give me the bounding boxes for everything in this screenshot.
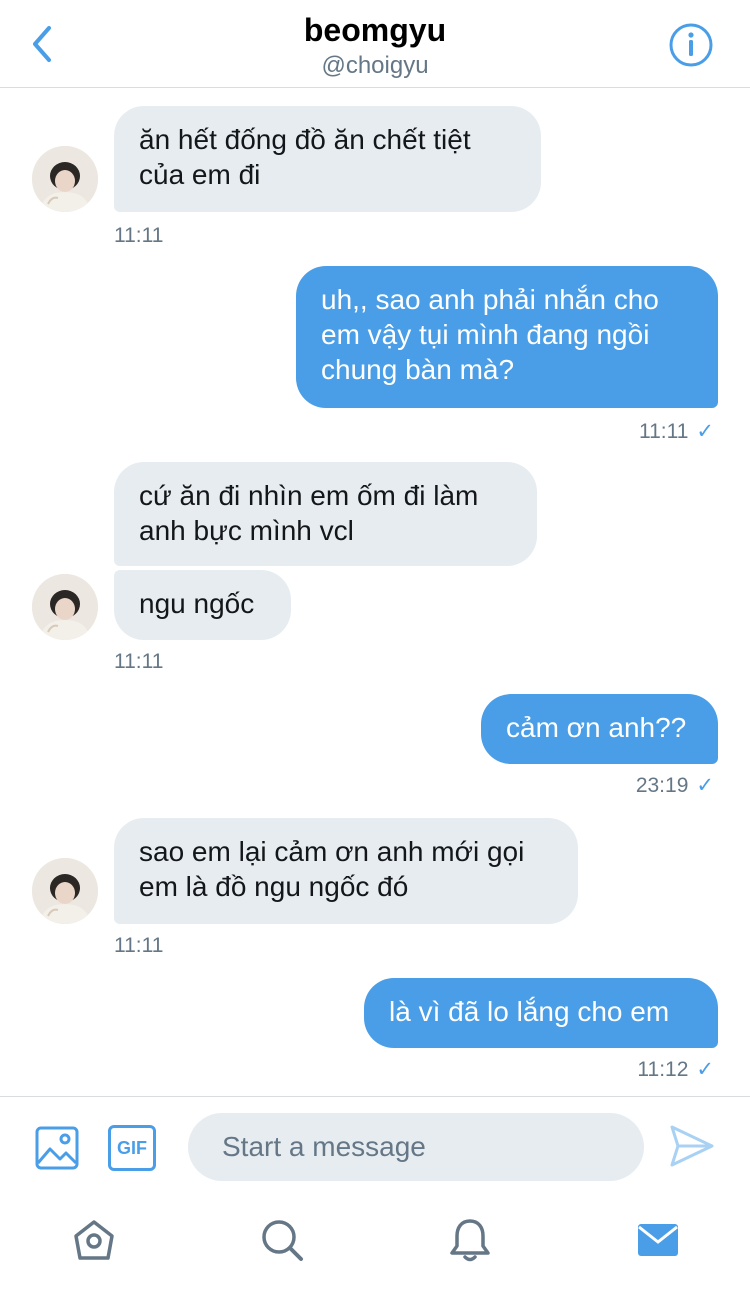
message-line: em vậy tụi mình đang ngồi [321, 319, 650, 350]
message-line: sao em lại cảm ơn anh mới gọi [139, 836, 525, 867]
avatar-image [32, 574, 98, 640]
message-bubble-incoming[interactable]: cứ ăn đi nhìn em ốm đi làm anh bực mình … [114, 462, 537, 566]
timestamp-text: 23:19 [635, 774, 689, 797]
timestamp-text: 11:11 [638, 420, 689, 443]
message-line: uh,, sao anh phải nhắn cho [321, 284, 659, 315]
gif-button[interactable]: GIF [108, 1125, 156, 1171]
message-bubble-incoming[interactable]: ngu ngốc [114, 570, 291, 640]
message-line: cứ ăn đi nhìn em ốm đi làm [139, 480, 479, 511]
avatar-image [32, 146, 98, 212]
message-bubble-incoming[interactable]: sao em lại cảm ơn anh mới gọi em là đồ n… [114, 818, 578, 924]
conversation-handle: @choigyu [321, 52, 429, 79]
message-timestamp: 11:11 ✓ [639, 420, 714, 444]
message-timestamp: 23:19 ✓ [636, 774, 714, 798]
conversation-title-block[interactable]: beomgyu @choigyu [0, 10, 750, 80]
message-line: của em đi [139, 159, 261, 190]
message-line: ngu ngốc [139, 588, 255, 619]
message-line: ăn hết đống đồ ăn chết tiệt [139, 124, 471, 155]
message-bubble-outgoing[interactable]: cảm ơn anh?? [481, 694, 718, 764]
conversation-header: beomgyu @choigyu [0, 0, 750, 88]
read-check-icon: ✓ [696, 1058, 714, 1081]
message-line: cảm ơn anh?? [506, 712, 687, 743]
message-line: anh bực mình vcl [139, 515, 354, 546]
avatar[interactable] [32, 858, 98, 924]
message-input[interactable] [188, 1113, 644, 1181]
info-icon[interactable] [668, 22, 714, 68]
message-line: chung bàn mà? [321, 354, 515, 385]
message-bubble-outgoing[interactable]: là vì đã lo lắng cho em [364, 978, 718, 1048]
image-icon[interactable] [34, 1125, 80, 1171]
message-composer: GIF [0, 1096, 750, 1198]
bottom-tab-bar [0, 1198, 750, 1294]
send-icon[interactable] [668, 1123, 716, 1169]
message-bubble-incoming[interactable]: ăn hết đống đồ ăn chết tiệt của em đi [114, 106, 541, 212]
search-icon[interactable] [258, 1216, 306, 1264]
message-line: em là đồ ngu ngốc đó [139, 871, 409, 902]
read-check-icon: ✓ [696, 774, 714, 797]
message-timestamp: 11:11 [114, 224, 164, 247]
message-list[interactable]: ăn hết đống đồ ăn chết tiệt của em đi 11… [0, 88, 750, 1096]
notifications-icon[interactable] [446, 1216, 494, 1264]
message-timestamp: 11:11 [114, 650, 164, 673]
message-line: là vì đã lo lắng cho em [389, 996, 670, 1027]
conversation-title: beomgyu [303, 12, 447, 48]
avatar[interactable] [32, 574, 98, 640]
message-bubble-outgoing[interactable]: uh,, sao anh phải nhắn cho em vậy tụi mì… [296, 266, 718, 408]
messages-icon[interactable] [634, 1216, 682, 1264]
read-check-icon: ✓ [696, 420, 714, 443]
message-timestamp: 11:11 [114, 934, 164, 957]
avatar-image [32, 858, 98, 924]
timestamp-text: 11:12 [637, 1058, 689, 1081]
home-icon[interactable] [70, 1216, 118, 1264]
message-timestamp: 11:12 ✓ [637, 1058, 714, 1082]
gif-icon-label: GIF [117, 1137, 147, 1158]
avatar[interactable] [32, 146, 98, 212]
